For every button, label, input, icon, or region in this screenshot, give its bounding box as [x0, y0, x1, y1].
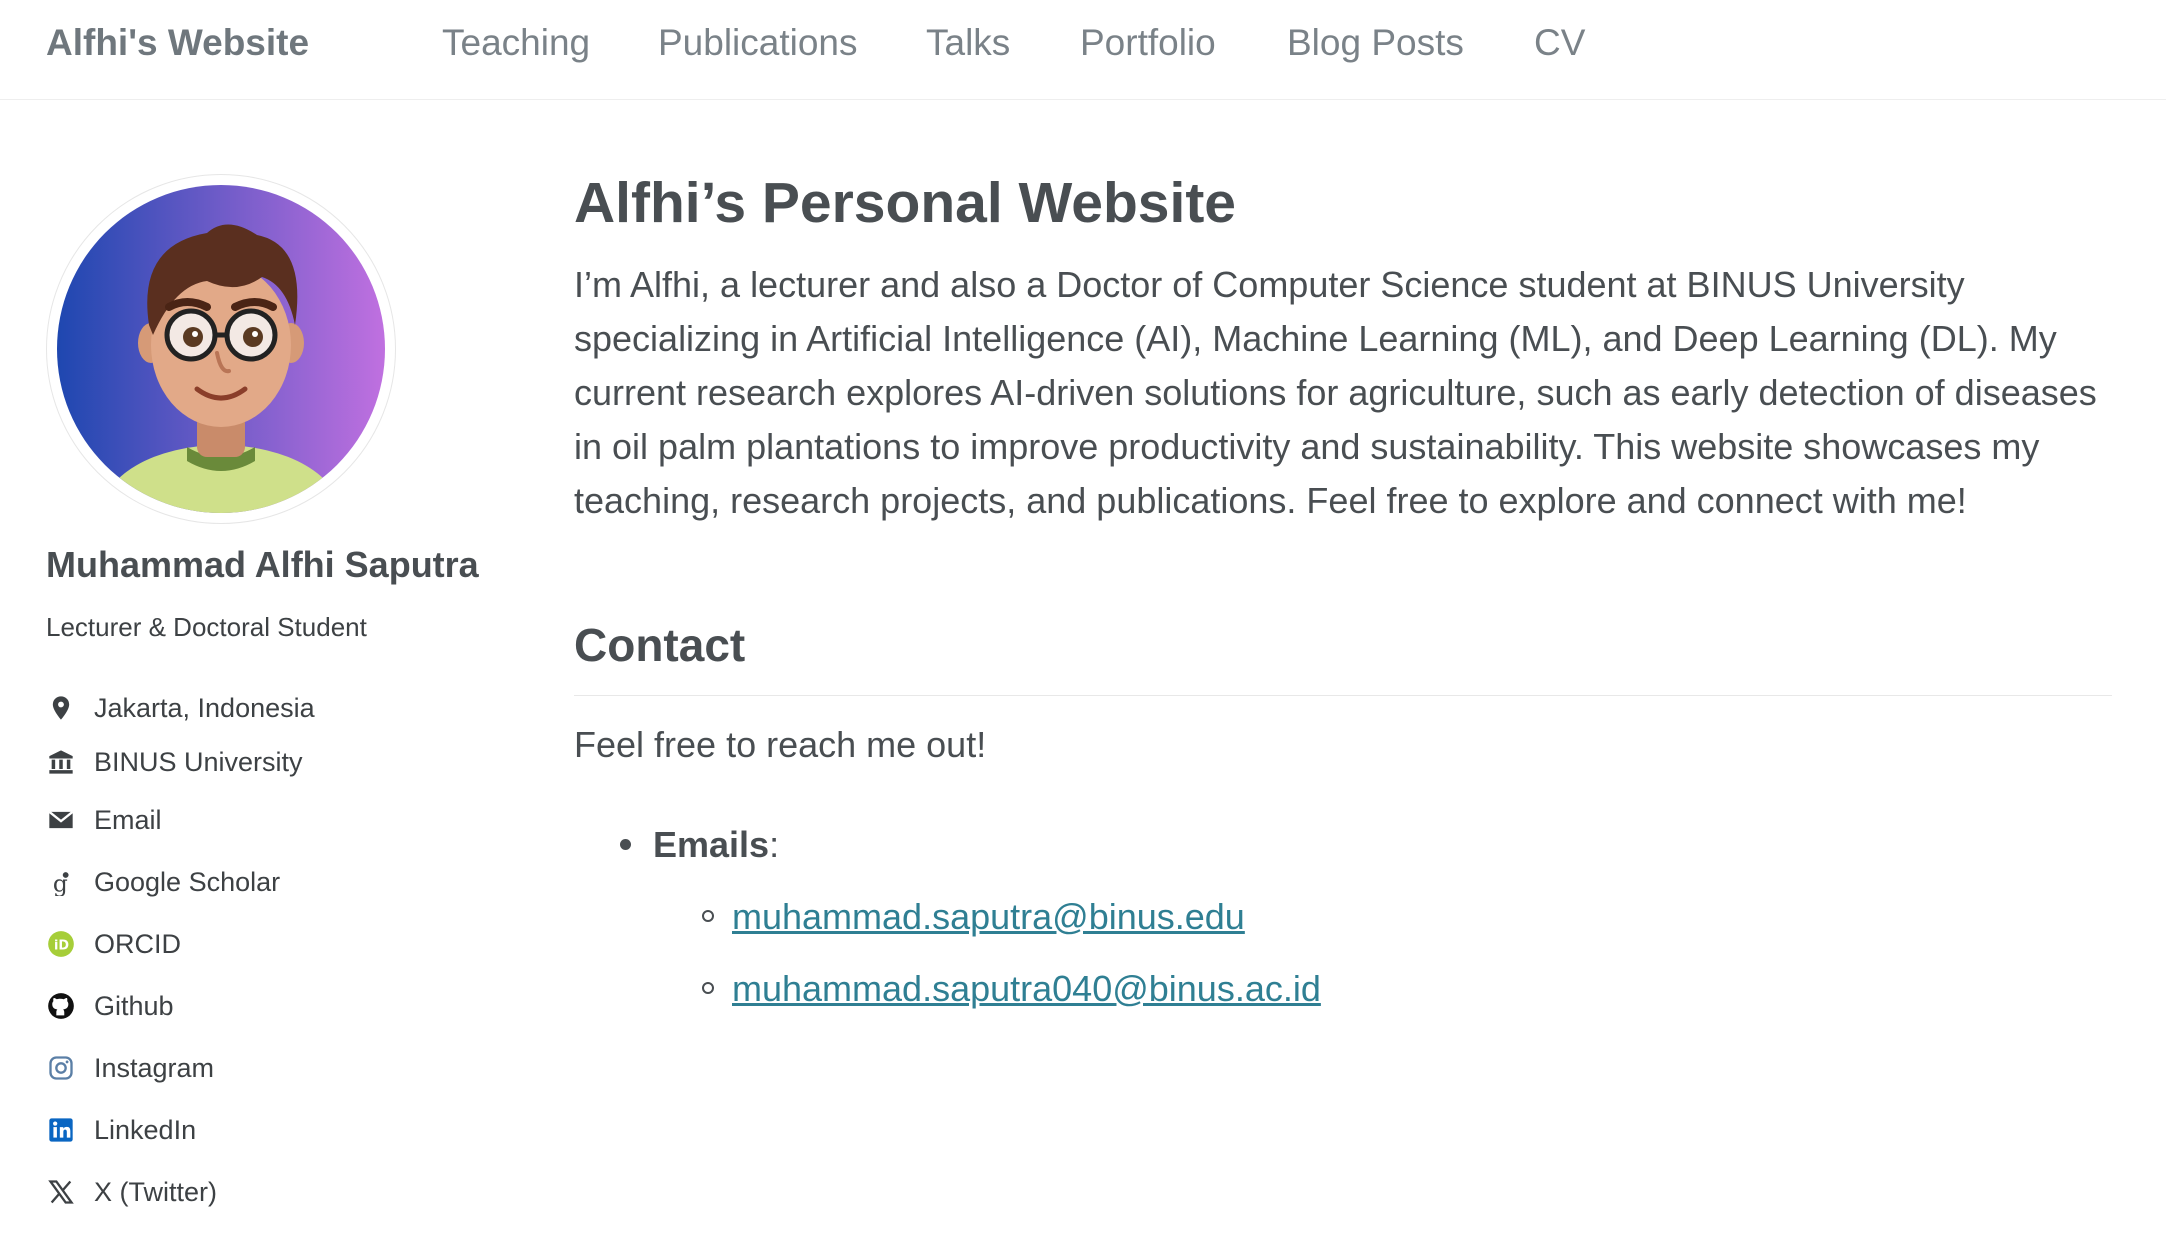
sidebar-item-label: LinkedIn [94, 1114, 197, 1145]
envelope-icon [46, 805, 76, 835]
orcid-icon: iD [46, 929, 76, 959]
emails-label: Emails [653, 824, 770, 865]
map-marker-icon [46, 693, 76, 723]
nav-blog-posts[interactable]: Blog Posts [1287, 22, 1464, 64]
site-title-link[interactable]: Alfhi's Website [46, 22, 309, 64]
sidebar-item-linkedin[interactable]: LinkedIn [46, 1110, 196, 1150]
emails-list-item: Emails: [620, 824, 779, 866]
sidebar-item-label: Jakarta, Indonesia [94, 692, 315, 723]
sidebar-item-google-scholar[interactable]: g Google Scholar [46, 862, 280, 902]
bullet [702, 910, 714, 923]
sidebar-item-label: BINUS University [94, 746, 303, 777]
sidebar-item-label: Email [94, 804, 162, 835]
nav-publications[interactable]: Publications [658, 22, 858, 64]
author-name: Muhammad Alfhi Saputra [46, 544, 479, 585]
x-twitter-icon [46, 1177, 76, 1207]
nav-cv[interactable]: CV [1534, 22, 1585, 64]
bullet [620, 838, 631, 850]
nav-portfolio[interactable]: Portfolio [1080, 22, 1216, 64]
nav-teaching[interactable]: Teaching [442, 22, 590, 64]
svg-text:iD: iD [54, 938, 69, 953]
page-title: Alfhi’s Personal Website [574, 171, 1237, 235]
sidebar-item-github[interactable]: Github [46, 986, 174, 1026]
instagram-icon [46, 1053, 76, 1083]
sidebar-item-email[interactable]: Email [46, 800, 162, 840]
email-item: muhammad.saputra040@binus.ac.id [702, 968, 1321, 1010]
sidebar-item-label: Google Scholar [94, 866, 281, 897]
sidebar-item-label: X (Twitter) [94, 1176, 218, 1207]
sidebar-item-location: Jakarta, Indonesia [46, 688, 315, 728]
sidebar-item-label: Github [94, 990, 174, 1021]
sidebar-item-university: BINUS University [46, 742, 303, 782]
avatar [46, 174, 396, 524]
email-link-binus-edu[interactable]: muhammad.saputra@binus.edu [732, 896, 1245, 937]
sidebar-item-x-twitter[interactable]: X (Twitter) [46, 1172, 217, 1212]
sidebar-item-label: ORCID [94, 928, 181, 959]
author-bio: Lecturer & Doctoral Student [46, 612, 367, 642]
emails-colon: : [769, 824, 780, 865]
google-scholar-icon: g [46, 867, 76, 897]
sidebar-item-orcid[interactable]: iD ORCID [46, 924, 181, 964]
linkedin-icon [46, 1115, 76, 1145]
github-icon [46, 991, 76, 1021]
email-item: muhammad.saputra@binus.edu [702, 896, 1245, 938]
bullet [702, 982, 714, 995]
contact-heading: Contact [574, 619, 746, 671]
avatar-image [57, 185, 385, 513]
nav-talks[interactable]: Talks [926, 22, 1010, 64]
intro-paragraph: I’m Alfhi, a lecturer and also a Doctor … [574, 264, 2097, 521]
contact-divider [574, 695, 2112, 696]
university-icon [46, 747, 76, 777]
email-link-binus-ac-id[interactable]: muhammad.saputra040@binus.ac.id [732, 968, 1321, 1009]
masthead: Alfhi's Website Teaching Publications Ta… [0, 0, 2166, 100]
sidebar-item-label: Instagram [94, 1052, 215, 1083]
sidebar-item-instagram[interactable]: Instagram [46, 1048, 214, 1088]
contact-text: Feel free to reach me out! [574, 724, 987, 765]
